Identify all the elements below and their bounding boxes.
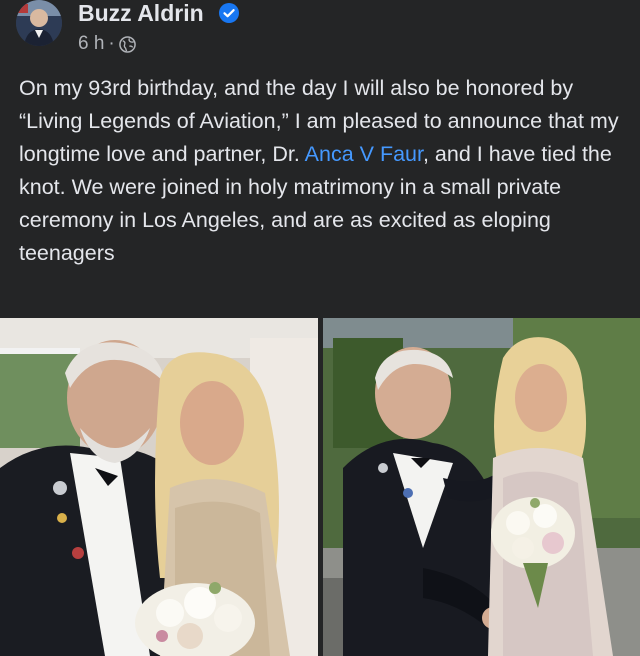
photo-grid — [0, 318, 640, 656]
photo-left[interactable] — [0, 318, 318, 656]
mention-link[interactable]: Anca V Faur — [305, 142, 423, 166]
post-header: Buzz Aldrin 6 h · — [0, 0, 640, 62]
author-avatar[interactable] — [16, 0, 62, 46]
author-name[interactable]: Buzz Aldrin — [78, 0, 204, 26]
post-text: On my 93rd birthday, and the day I will … — [19, 72, 625, 270]
meta-separator: · — [108, 33, 115, 54]
post-timestamp[interactable]: 6 h — [78, 32, 104, 56]
post-meta: 6 h · — [78, 32, 136, 56]
verified-badge-icon — [219, 3, 239, 23]
photo-right[interactable] — [323, 318, 640, 656]
globe-icon[interactable] — [118, 35, 136, 53]
